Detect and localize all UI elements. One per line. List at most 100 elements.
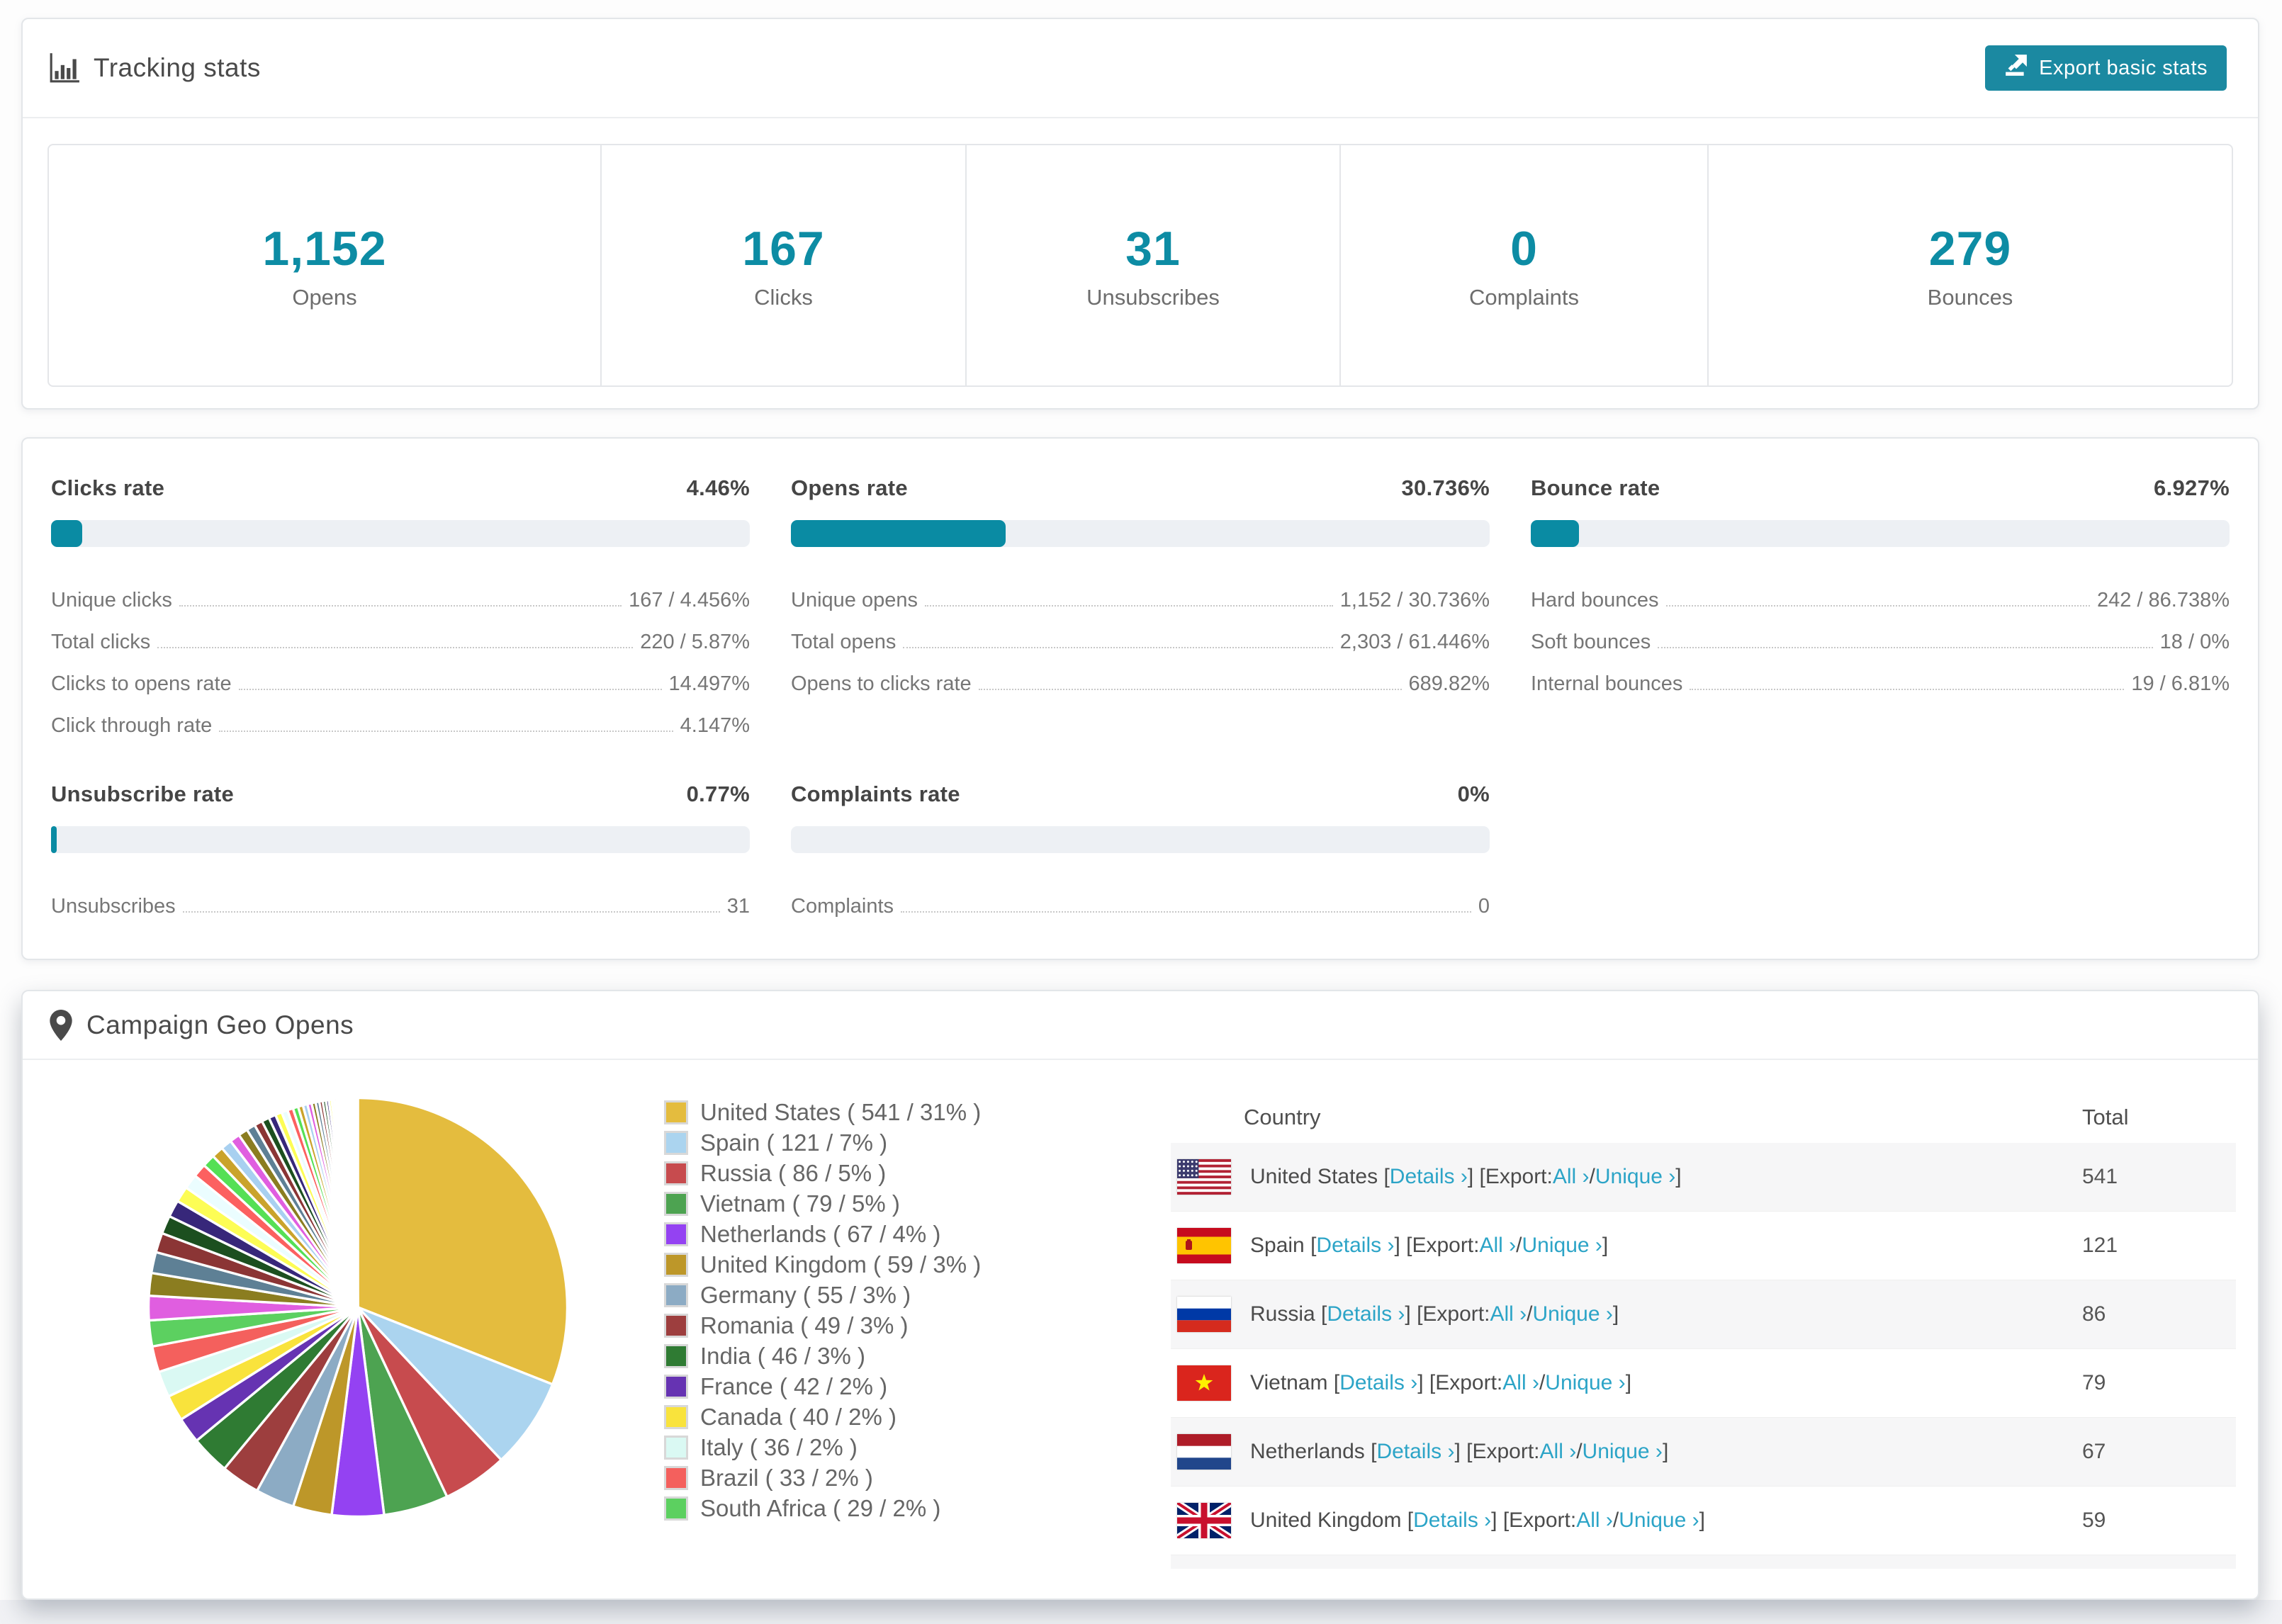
geo-legend: United States ( 541 / 31% ) Spain ( 121 /… [664, 1097, 981, 1523]
summary-stat-complaints: 0 Complaints [1339, 145, 1707, 385]
dotted-leader [182, 911, 720, 913]
geo-title: Campaign Geo Opens [86, 1010, 354, 1039]
rate-row-value: 220 / 5.87% [640, 630, 750, 653]
us-flag-icon [1177, 1159, 1231, 1195]
rate-row-click-through-rate: Click through rate 4.147% [51, 696, 750, 738]
geo-country-cell: Vietnam [Details ›] [Export: All › / Uni… [1177, 1365, 2082, 1401]
export-unique-link[interactable]: Unique › [1545, 1371, 1625, 1395]
details-link[interactable]: Details › [1339, 1371, 1417, 1395]
details-link[interactable]: Details › [1390, 1165, 1468, 1189]
es-flag-icon [1177, 1228, 1231, 1263]
export-all-link[interactable]: All › [1490, 1302, 1527, 1326]
rate-row-value: 31 [726, 894, 750, 918]
rate-name: Complaints rate [791, 782, 960, 806]
rate-block-clicks-rate: Clicks rate 4.46% Unique clicks 167 / 4.456… [51, 475, 750, 738]
stat-value: 31 [1125, 221, 1181, 276]
bar-chart-icon [48, 52, 81, 84]
legend-swatch [664, 1343, 688, 1368]
rate-head: Unsubscribe rate 0.77% [51, 782, 750, 807]
export-all-link[interactable]: All › [1576, 1509, 1613, 1533]
geo-country-cell: Netherlands [Details ›] [Export: All › /… [1177, 1434, 2082, 1470]
export-unique-link[interactable]: Unique › [1522, 1234, 1602, 1258]
rate-row-unique-opens: Unique opens 1,152 / 30.736% [791, 570, 1490, 612]
rate-row-label: Hard bounces [1531, 588, 1659, 611]
legend-label: United States ( 541 / 31% ) [700, 1098, 982, 1125]
geo-country-cell: United States [Details ›] [Export: All ›… [1177, 1159, 2082, 1195]
legend-label: Spain ( 121 / 7% ) [700, 1129, 888, 1156]
rate-head: Complaints rate 0% [791, 782, 1490, 807]
vn-flag-icon [1177, 1365, 1231, 1401]
dotted-leader [179, 605, 622, 607]
export-all-link[interactable]: All › [1502, 1371, 1539, 1395]
geo-card: Campaign Geo Opens United States ( 541 /… [21, 990, 2259, 1600]
details-link[interactable]: Details › [1327, 1302, 1405, 1326]
summary-stats-row: 1,152 Opens 167 Clicks 31 Unsubscribes 0 Compla… [47, 144, 2233, 387]
legend-item-india: India ( 46 / 3% ) [664, 1341, 981, 1371]
export-unique-link[interactable]: Unique › [1595, 1165, 1675, 1189]
rate-head: Opens rate 30.736% [791, 475, 1490, 501]
export-all-link[interactable]: All › [1553, 1165, 1590, 1189]
export-unique-link[interactable]: Unique › [1619, 1509, 1699, 1533]
dotted-leader [1665, 605, 2090, 607]
geo-pie-chart [138, 1088, 578, 1527]
rate-name: Unsubscribe rate [51, 782, 235, 806]
legend-label: Romania ( 49 / 3% ) [700, 1312, 909, 1338]
stat-label: Bounces [1927, 284, 2013, 310]
export-all-link[interactable]: All › [1479, 1234, 1516, 1258]
stat-label: Opens [292, 284, 357, 310]
geo-table-row-germany: Germany [Details ›] [Export: All › / Uni… [1171, 1555, 2236, 1569]
geo-table: Country Total United States [Details ›] … [1171, 1092, 2236, 1569]
dotted-leader [219, 731, 673, 732]
legend-label: Canada ( 40 / 2% ) [700, 1403, 896, 1430]
country-name: United Kingdom [1250, 1509, 1402, 1532]
rate-row-label: Clicks to opens rate [51, 672, 232, 695]
stat-label: Unsubscribes [1086, 284, 1220, 310]
summary-stat-clicks: 167 Clicks [600, 145, 965, 385]
rate-row-label: Total clicks [51, 630, 151, 653]
rate-rows: Complaints 0 [791, 876, 1490, 918]
stat-value: 1,152 [262, 221, 387, 276]
rate-progress-fill [1531, 520, 1580, 547]
legend-label: India ( 46 / 3% ) [700, 1342, 865, 1369]
legend-item-romania: Romania ( 49 / 3% ) [664, 1310, 981, 1341]
legend-label: Germany ( 55 / 3% ) [700, 1281, 911, 1308]
geo-col-country: Country [1244, 1105, 1321, 1129]
export-basic-stats-button[interactable]: Export basic stats [1985, 45, 2227, 91]
rate-rows: Unique opens 1,152 / 30.736% Total opens 2,… [791, 570, 1490, 696]
legend-item-france: France ( 42 / 2% ) [664, 1371, 981, 1402]
rate-row-unsubscribes: Unsubscribes 31 [51, 876, 750, 918]
export-unique-link[interactable]: Unique › [1583, 1440, 1663, 1464]
rate-row-label: Click through rate [51, 714, 213, 737]
rate-row-soft-bounces: Soft bounces 18 / 0% [1531, 612, 2230, 654]
details-link[interactable]: Details › [1413, 1509, 1491, 1533]
country-name: Russia [1250, 1302, 1315, 1326]
country-name: Netherlands [1250, 1440, 1365, 1463]
export-unique-link[interactable]: Unique › [1532, 1302, 1612, 1326]
geo-total-cell: 541 [2082, 1165, 2118, 1188]
legend-item-spain: Spain ( 121 / 7% ) [664, 1127, 981, 1158]
tracking-stats-card: Tracking stats Export basic stats 1,152 O… [21, 18, 2259, 410]
legend-item-germany: Germany ( 55 / 3% ) [664, 1280, 981, 1310]
rate-block-bounce-rate: Bounce rate 6.927% Hard bounces 242 / 86.73… [1531, 475, 2230, 738]
rate-percent: 30.736% [1401, 475, 1490, 500]
legend-swatch [664, 1435, 688, 1460]
export-all-link[interactable]: All › [1540, 1440, 1577, 1464]
geo-total-cell: 67 [2082, 1440, 2106, 1463]
details-link[interactable]: Details › [1376, 1440, 1454, 1464]
legend-swatch [664, 1465, 688, 1490]
geo-table-row-spain: Spain [Details ›] [Export: All › / Uniqu… [1171, 1212, 2236, 1280]
pie-svg [147, 1096, 569, 1518]
legend-item-canada: Canada ( 40 / 2% ) [664, 1402, 981, 1432]
dotted-leader [903, 647, 1333, 648]
geo-total-cell: 121 [2082, 1234, 2118, 1257]
dotted-leader [978, 689, 1402, 690]
legend-item-brazil: Brazil ( 33 / 2% ) [664, 1462, 981, 1493]
legend-swatch [664, 1282, 688, 1307]
details-link[interactable]: Details › [1316, 1234, 1394, 1258]
nl-flag-icon [1177, 1434, 1231, 1470]
rate-percent: 6.927% [2154, 475, 2230, 500]
rate-name: Bounce rate [1531, 475, 1660, 500]
map-pin-icon [48, 1009, 74, 1042]
summary-stat-opens: 1,152 Opens [49, 145, 600, 385]
rate-block-complaints-rate: Complaints rate 0% Complaints 0 [791, 782, 1490, 918]
